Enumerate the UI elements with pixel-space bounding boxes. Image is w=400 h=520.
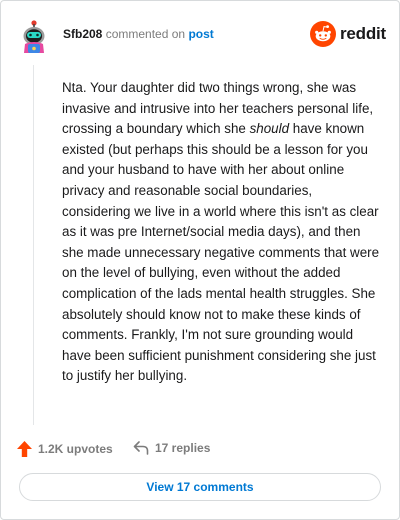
comment-header: Sfb208 commented on post reddit xyxy=(1,1,399,71)
user-avatar[interactable] xyxy=(20,20,48,54)
upvote-count: 1.2K upvotes xyxy=(38,442,113,456)
reply-arrow-icon xyxy=(133,441,149,455)
reddit-wordmark: reddit xyxy=(340,24,387,43)
comment-byline: Sfb208 commented on post xyxy=(63,27,214,41)
post-link[interactable]: post xyxy=(188,27,213,41)
reply-action[interactable]: 17 replies xyxy=(133,441,210,455)
action-text: commented on xyxy=(105,27,186,41)
reply-count: 17 replies xyxy=(155,441,211,455)
upvote-action[interactable]: 1.2K upvotes xyxy=(17,441,113,457)
username[interactable]: Sfb208 xyxy=(63,27,102,41)
comment-body: Nta. Your daughter did two things wrong,… xyxy=(62,78,380,387)
reddit-snoo-icon xyxy=(310,21,336,47)
comment-card: Sfb208 commented on post reddit Nta. You… xyxy=(0,0,400,520)
view-comments-button[interactable]: View 17 comments xyxy=(19,473,381,501)
comment-text: Nta. Your daughter did two things wrong,… xyxy=(62,80,380,384)
reddit-logo[interactable]: reddit xyxy=(310,20,386,48)
comment-actions: 1.2K upvotes 17 replies xyxy=(17,441,377,457)
thread-line xyxy=(33,65,34,425)
upvote-arrow-icon xyxy=(17,441,32,457)
